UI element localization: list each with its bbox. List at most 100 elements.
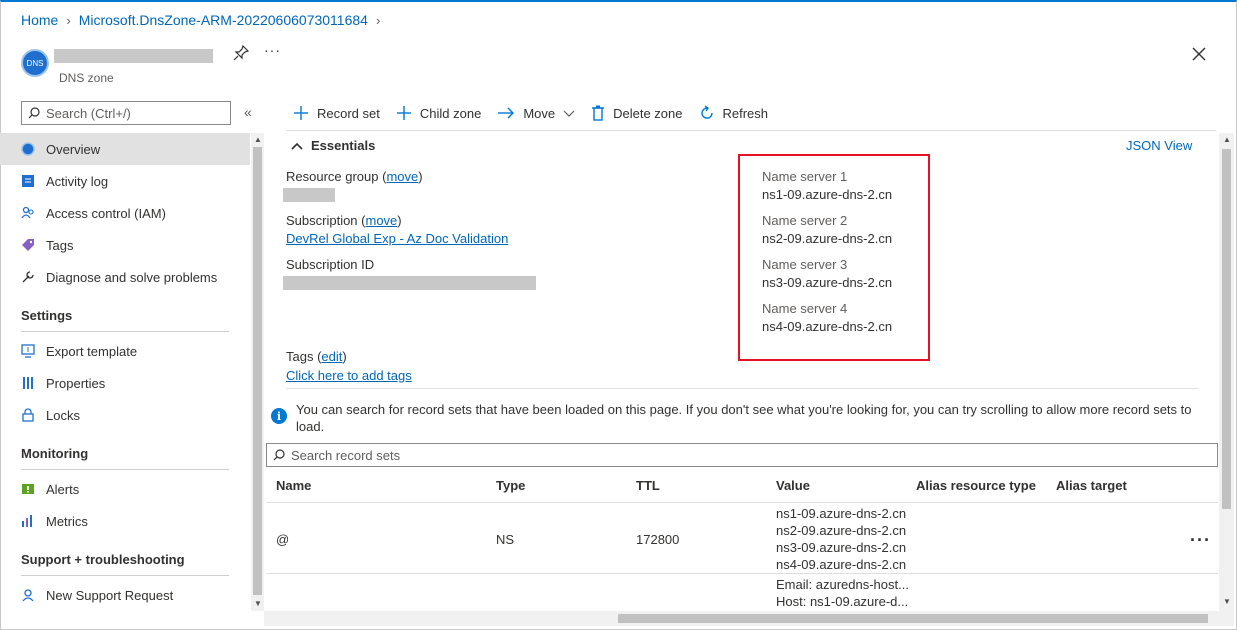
sidebar-item-label: Overview	[46, 141, 101, 157]
sidebar-item-label: Metrics	[46, 513, 88, 529]
refresh-button[interactable]: Refresh	[699, 101, 768, 125]
sidebar-item-metrics[interactable]: Metrics	[0, 505, 250, 537]
record-value-line: ns3-09.azure-dns-2.cn	[776, 540, 907, 555]
refresh-icon	[700, 105, 713, 119]
sidebar-item-new-support-request[interactable]: New Support Request	[0, 579, 250, 611]
subscription-name[interactable]: DevRel Global Exp - Az Doc Validation	[286, 231, 508, 246]
resource-group-label: Resource group	[286, 169, 379, 184]
activity-log-icon	[20, 173, 36, 189]
command-bar: Record set Child zone Move Delete zone R…	[293, 101, 768, 125]
essentials-toggle[interactable]: Essentials	[291, 138, 375, 153]
sidebar-item-access-control[interactable]: Access control (IAM)	[0, 197, 250, 229]
record-name-cell[interactable]: @	[276, 532, 289, 547]
sidebar-item-alerts[interactable]: Alerts	[0, 473, 250, 505]
sidebar-item-label: Alerts	[46, 481, 80, 497]
subscription-field: Subscription (move)	[286, 213, 402, 228]
sidebar-nav: Overview Activity log Access control (IA…	[0, 133, 250, 611]
breadcrumb: Home › Microsoft.DnsZone-ARM-20220606073…	[21, 12, 380, 28]
add-tags-link[interactable]: Click here to add tags	[286, 368, 412, 383]
sidebar-item-tags[interactable]: Tags	[0, 229, 250, 261]
chevron-right-icon: ›	[66, 12, 71, 28]
scrollbar-thumb[interactable]	[253, 147, 262, 595]
move-button[interactable]: Move	[497, 101, 575, 125]
collapse-sidebar-icon[interactable]: «	[244, 104, 252, 120]
sidebar-search-input[interactable]: Search (Ctrl+/)	[21, 101, 231, 125]
add-record-set-label: Record set	[317, 105, 380, 121]
essentials-title: Essentials	[311, 138, 376, 153]
resource-group-value-redacted	[283, 188, 335, 202]
resource-group-move-link[interactable]: move	[386, 169, 418, 184]
plus-icon	[294, 106, 308, 120]
scroll-down-icon[interactable]: ▼	[1223, 597, 1231, 606]
sidebar-item-properties[interactable]: Properties	[0, 367, 250, 399]
column-header-alias-target[interactable]: Alias target	[1056, 478, 1127, 493]
pin-icon[interactable]	[232, 44, 250, 62]
search-icon	[273, 449, 285, 461]
resource-name-redacted	[54, 49, 213, 63]
sidebar-scrollbar[interactable]: ▲ ▼	[251, 133, 264, 611]
record-value-line: ns1-09.azure-dns-2.cn	[776, 506, 907, 521]
divider	[21, 331, 229, 332]
delete-zone-label: Delete zone	[613, 105, 683, 121]
sidebar-item-label: Export template	[46, 343, 138, 359]
sidebar-item-overview[interactable]: Overview	[0, 133, 250, 165]
lock-icon	[20, 407, 36, 423]
content-scrollbar[interactable]: ▲ ▼	[1219, 133, 1234, 611]
alert-icon	[20, 481, 36, 497]
divider	[266, 502, 1218, 503]
sidebar-item-diagnose[interactable]: Diagnose and solve problems	[0, 261, 250, 293]
plus-icon	[396, 106, 411, 120]
divider	[266, 573, 1218, 574]
breadcrumb-resource[interactable]: Microsoft.DnsZone-ARM-20220606073011684	[79, 12, 368, 28]
wrench-icon	[20, 269, 36, 285]
dns-zone-icon	[20, 141, 36, 157]
sidebar-item-label: Properties	[46, 375, 106, 391]
record-value-line: Email: azuredns-host...	[776, 577, 909, 592]
json-view-link[interactable]: JSON View	[1126, 138, 1192, 153]
add-tags-text[interactable]: Click here to add tags	[286, 368, 412, 383]
export-icon	[20, 343, 36, 359]
more-options-icon[interactable]: ···	[264, 42, 281, 58]
scrollbar-thumb[interactable]	[1222, 149, 1231, 509]
subscription-value-link[interactable]: DevRel Global Exp - Az Doc Validation	[286, 231, 508, 246]
info-icon: i	[271, 408, 287, 424]
divider	[286, 130, 1216, 131]
record-value-cell: ns1-09.azure-dns-2.cn ns2-09.azure-dns-2…	[776, 505, 906, 573]
divider	[21, 575, 229, 576]
subscription-move-link[interactable]: move	[366, 213, 398, 228]
column-header-type[interactable]: Type	[496, 478, 525, 493]
column-header-value[interactable]: Value	[776, 478, 810, 493]
add-record-set-button[interactable]: Record set	[293, 101, 380, 125]
tags-field: Tags (edit)	[286, 349, 347, 364]
sidebar-item-export-template[interactable]: Export template	[0, 335, 250, 367]
column-header-ttl[interactable]: TTL	[636, 478, 660, 493]
record-set-search-placeholder: Search record sets	[291, 447, 401, 463]
scroll-up-icon[interactable]: ▲	[254, 135, 262, 144]
sidebar-item-activity-log[interactable]: Activity log	[0, 165, 250, 197]
subscription-label: Subscription	[286, 213, 358, 228]
subscription-id-label: Subscription ID	[286, 257, 375, 272]
tags-edit-link[interactable]: edit	[321, 349, 342, 364]
record-set-search-input[interactable]: Search record sets	[266, 443, 1218, 467]
column-header-name[interactable]: Name	[276, 478, 311, 493]
sidebar-item-label: New Support Request	[46, 587, 174, 603]
metrics-icon	[20, 513, 36, 529]
breadcrumb-home[interactable]: Home	[21, 12, 58, 28]
horizontal-scrollbar[interactable]	[264, 611, 1234, 626]
divider	[286, 388, 1198, 389]
sidebar-search-placeholder: Search (Ctrl+/)	[46, 105, 131, 121]
sidebar-item-label: Activity log	[46, 173, 109, 189]
sidebar-item-locks[interactable]: Locks	[0, 399, 250, 431]
record-value-line: ns2-09.azure-dns-2.cn	[776, 523, 907, 538]
row-more-options-icon[interactable]: ···	[1190, 530, 1211, 551]
scrollbar-thumb[interactable]	[618, 614, 1208, 623]
subscription-id-redacted	[283, 276, 536, 290]
add-child-zone-button[interactable]: Child zone	[396, 101, 481, 125]
column-header-alias-resource-type[interactable]: Alias resource type	[916, 478, 1036, 493]
record-value-cell: Email: azuredns-host... Host: ns1-09.azu…	[776, 576, 909, 610]
delete-zone-button[interactable]: Delete zone	[591, 101, 683, 125]
scroll-down-icon[interactable]: ▼	[254, 599, 262, 608]
scroll-up-icon[interactable]: ▲	[1223, 135, 1231, 144]
close-icon[interactable]	[1190, 45, 1208, 63]
chevron-down-icon	[563, 110, 575, 117]
